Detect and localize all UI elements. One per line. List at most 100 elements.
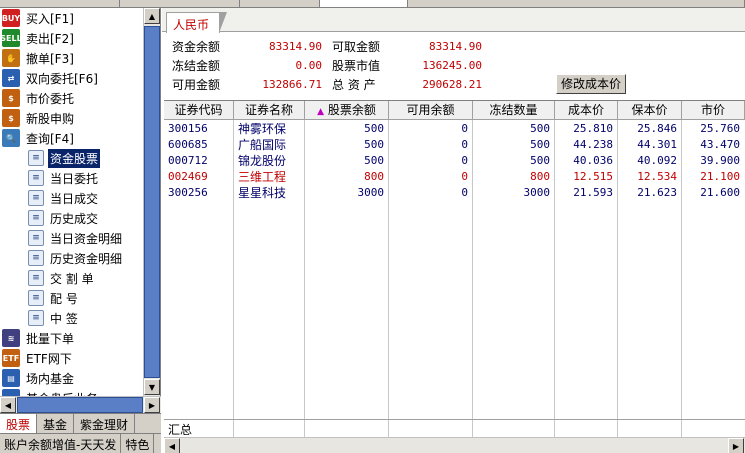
promo-link-balance-growth[interactable]: 账户余额增值-天天发 xyxy=(0,434,122,453)
tree-item-label: 查询[F4] xyxy=(26,131,74,146)
tree-item[interactable]: ✋ 撤单[F3] xyxy=(2,48,76,68)
tree-vertical-scrollbar[interactable]: ▲ ▼ xyxy=(143,8,160,396)
document-icon: ≡ xyxy=(28,210,44,226)
document-icon: ≡ xyxy=(28,230,44,246)
tree-item[interactable]: ≡ 当日资金明细 xyxy=(28,228,124,248)
main-content: 人民币 资金余额 83314.90 可取金额 83314.90 冻结金额 0.0… xyxy=(162,8,745,453)
tree-horizontal-scrollbar[interactable]: ◀ ▶ xyxy=(0,396,161,413)
scrollbar-thumb[interactable] xyxy=(17,397,143,413)
tree-item-label: 批量下单 xyxy=(26,331,75,346)
holdings-table: 证券代码 证券名称 ▲ 股票余额 可用余额 冻结数量 成本价 保本价 市价 30… xyxy=(164,100,745,453)
cancel-order-icon: ✋ xyxy=(2,49,20,67)
tree-item-label: 市价委托 xyxy=(26,91,75,106)
table-row[interactable]: 300156 神雾环保 500 0 500 25.810 25.846 25.760 xyxy=(164,121,745,137)
column-header-code[interactable]: 证券代码 xyxy=(164,101,234,120)
tree-item[interactable]: ≡ 历史资金明细 xyxy=(28,248,124,268)
tree-item[interactable]: 🔍 查询[F4] xyxy=(2,128,76,148)
cell-code: 000712 xyxy=(168,154,208,167)
tab-zijin-wealth[interactable]: 紫金理财 xyxy=(74,414,136,433)
cell-cost: 21.593 xyxy=(573,186,613,199)
tree-item[interactable]: ⇄ 双向委托[F6] xyxy=(2,68,100,88)
tree-item[interactable]: ▤ 场内基金 xyxy=(2,368,76,388)
tree-item[interactable]: ≡ 历史成交 xyxy=(28,208,100,228)
tree-item[interactable]: ≋ 批量下单 xyxy=(2,328,76,348)
column-header-price[interactable]: 市价 xyxy=(682,101,745,120)
fund-icon: ▤ xyxy=(2,369,20,387)
cell-breakeven: 40.092 xyxy=(637,154,677,167)
document-icon: ≡ xyxy=(28,290,44,306)
fund-balance-label: 资金余额 xyxy=(172,40,221,54)
tree-item[interactable]: ▤ 基金盘后业务 xyxy=(2,388,100,396)
toolbar-segment xyxy=(120,0,240,7)
table-horizontal-scrollbar[interactable]: ◀ ▶ xyxy=(164,437,745,453)
tree-item-label: 撤单[F3] xyxy=(26,51,74,66)
cell-code: 300256 xyxy=(168,186,208,199)
column-header-stock-balance[interactable]: ▲ 股票余额 xyxy=(305,101,389,120)
column-header-available[interactable]: 可用余额 xyxy=(389,101,473,120)
tree-item[interactable]: BUY 买入[F1] xyxy=(2,8,76,28)
tree-item[interactable]: ≡ 配 号 xyxy=(28,288,80,308)
market-order-icon: $ xyxy=(2,89,20,107)
modify-cost-price-button[interactable]: 修改成本价 xyxy=(556,74,626,94)
tree-item[interactable]: $ 市价委托 xyxy=(2,88,76,108)
cell-name: 锦龙股份 xyxy=(238,154,287,168)
cell-available: 0 xyxy=(461,122,468,135)
cell-frozen: 800 xyxy=(530,170,550,183)
cell-name: 广船国际 xyxy=(238,138,287,152)
cell-cost: 40.036 xyxy=(573,154,613,167)
tab-stocks[interactable]: 股票 xyxy=(0,414,38,433)
scroll-right-arrow-icon[interactable]: ▶ xyxy=(144,397,160,413)
table-total-row: 汇总 xyxy=(164,419,745,437)
promo-link-featured[interactable]: 特色 xyxy=(121,434,155,453)
frozen-amount-label: 冻结金额 xyxy=(172,59,221,73)
batch-order-icon: ≋ xyxy=(2,329,20,347)
scroll-left-arrow-icon[interactable]: ◀ xyxy=(0,397,16,413)
column-header-name[interactable]: 证券名称 xyxy=(234,101,305,120)
toolbar-segment-active[interactable] xyxy=(320,0,408,7)
cell-price: 21.600 xyxy=(700,186,740,199)
tree-item[interactable]: ≡ 中 签 xyxy=(28,308,80,328)
tree-item[interactable]: ≡ 交 割 单 xyxy=(28,268,96,288)
tab-rmb[interactable]: 人民币 xyxy=(166,12,228,33)
cell-price: 25.760 xyxy=(700,122,740,135)
document-icon: ≡ xyxy=(28,270,44,286)
tree-item[interactable]: SELL 卖出[F2] xyxy=(0,28,76,48)
withdrawable-label: 可取金额 xyxy=(332,40,381,54)
scrollbar-thumb[interactable] xyxy=(144,26,160,378)
cell-available: 0 xyxy=(461,186,468,199)
cell-price: 39.900 xyxy=(700,154,740,167)
tree-item[interactable]: ≡ 当日委托 xyxy=(28,168,100,188)
cell-frozen: 500 xyxy=(530,154,550,167)
buy-icon: BUY xyxy=(2,9,20,27)
scroll-left-arrow-icon[interactable]: ◀ xyxy=(164,438,180,453)
tree-item[interactable]: ≡ 当日成交 xyxy=(28,188,100,208)
cell-available: 0 xyxy=(461,154,468,167)
available-amount-label: 可用金额 xyxy=(172,78,221,92)
tree-item-label: 配 号 xyxy=(50,291,78,306)
stock-value-label: 股票市值 xyxy=(332,59,381,73)
table-row[interactable]: 600685 广船国际 500 0 500 44.238 44.301 43.470 xyxy=(164,137,745,153)
scroll-right-arrow-icon[interactable]: ▶ xyxy=(728,438,744,453)
cell-name: 三维工程 xyxy=(238,170,287,184)
tab-funds[interactable]: 基金 xyxy=(37,414,75,433)
column-header-frozen[interactable]: 冻结数量 xyxy=(473,101,555,120)
account-summary: 资金余额 83314.90 可取金额 83314.90 冻结金额 0.00 股票… xyxy=(162,38,745,98)
column-header-cost[interactable]: 成本价 xyxy=(555,101,618,120)
column-header-breakeven[interactable]: 保本价 xyxy=(618,101,682,120)
table-row[interactable]: 002469 三维工程 800 0 800 12.515 12.534 21.100 xyxy=(164,169,745,185)
fund-balance-value: 83314.90 xyxy=(269,40,322,53)
tree-item[interactable]: $ 新股申购 xyxy=(2,108,76,128)
cell-name: 星星科技 xyxy=(238,186,287,200)
cell-available: 0 xyxy=(461,138,468,151)
query-magnifier-icon: 🔍 xyxy=(2,129,20,147)
tree-item[interactable]: ETF ETF网下 xyxy=(2,348,74,368)
toolbar-segment xyxy=(408,0,745,7)
cell-code: 300156 xyxy=(168,122,208,135)
scroll-down-arrow-icon[interactable]: ▼ xyxy=(144,379,160,395)
fund-after-hours-icon: ▤ xyxy=(2,389,20,396)
table-row[interactable]: 000712 锦龙股份 500 0 500 40.036 40.092 39.900 xyxy=(164,153,745,169)
table-row[interactable]: 300256 星星科技 3000 0 3000 21.593 21.623 21.600 xyxy=(164,185,745,201)
scroll-up-arrow-icon[interactable]: ▲ xyxy=(144,8,160,24)
stock-value-value: 136245.00 xyxy=(422,59,482,72)
tree-item[interactable]: ≡ 资金股票 xyxy=(28,148,101,168)
